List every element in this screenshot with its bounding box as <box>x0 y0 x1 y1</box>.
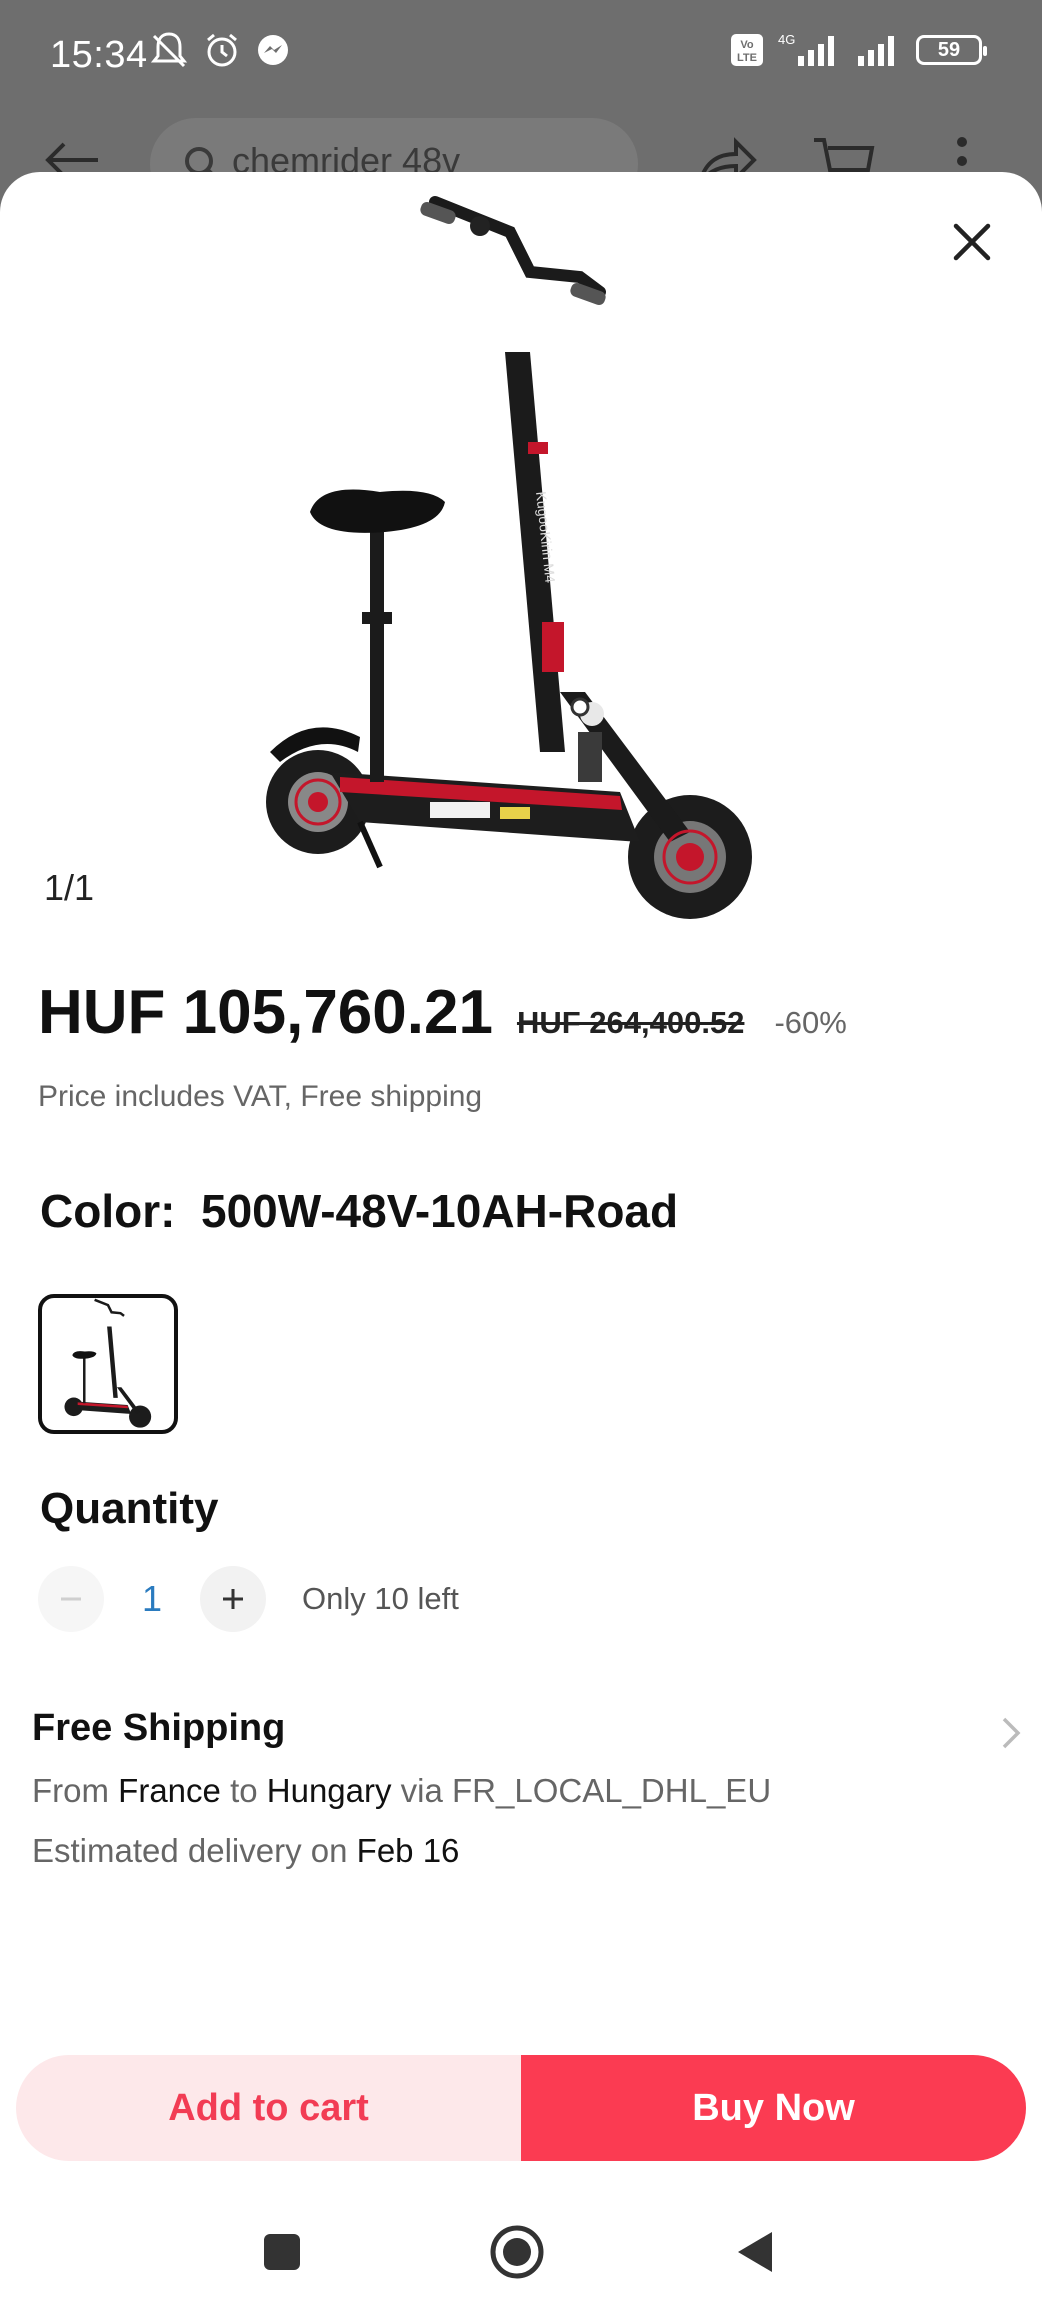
system-nav-bar <box>0 2182 1042 2315</box>
delivery-prefix: Estimated delivery on <box>32 1832 348 1869</box>
color-swatch-selected[interactable] <box>38 1294 178 1434</box>
shipping-from-prefix: From <box>32 1772 109 1809</box>
quantity-value[interactable]: 1 <box>104 1578 200 1620</box>
buy-now-button[interactable]: Buy Now <box>521 2055 1026 2161</box>
swatch-scooter-thumbnail <box>64 1298 152 1428</box>
shipping-to-country: Hungary <box>266 1772 392 1809</box>
home-button[interactable] <box>487 2222 547 2282</box>
status-time: 15:34 <box>50 34 148 76</box>
alarm-icon <box>207 33 237 67</box>
battery-icon: 59 <box>916 35 987 65</box>
shipping-to-word: to <box>230 1772 258 1809</box>
shipping-carrier: via FR_LOCAL_DHL_EU <box>400 1772 772 1809</box>
signal-4g-icon: 4G <box>778 32 834 66</box>
quantity-title: Quantity <box>40 1484 219 1533</box>
stock-remaining: Only 10 left <box>302 1581 459 1616</box>
color-label: Color: <box>40 1185 176 1237</box>
price-note: Price includes VAT, Free shipping <box>38 1080 483 1113</box>
recents-button[interactable] <box>252 2222 312 2282</box>
back-button[interactable] <box>726 2222 786 2282</box>
price-row: HUF 105,760.21 HUF 264,400.52 -60% <box>38 977 847 1048</box>
shipping-route: From France to Hungary via FR_LOCAL_DHL_… <box>32 1772 1022 1810</box>
product-image[interactable]: KugooKirin M4 <box>240 192 780 932</box>
status-left-icons <box>150 30 290 70</box>
shipping-delivery: Estimated delivery on Feb 16 <box>32 1832 1022 1870</box>
svg-text:4G: 4G <box>778 32 795 47</box>
status-right-icons: Vo LTE 4G 59 <box>730 32 987 68</box>
chevron-right-icon <box>1002 1717 1021 1749</box>
quantity-decrease-button[interactable] <box>38 1566 104 1632</box>
quantity-increase-button[interactable] <box>200 1566 266 1632</box>
minus-icon <box>61 1597 81 1601</box>
action-buttons: Add to cart Buy Now <box>16 2055 1026 2161</box>
color-value: 500W-48V-10AH-Road <box>200 1185 679 1237</box>
scooter-handlebar <box>429 196 606 298</box>
square-icon <box>264 2234 300 2270</box>
svg-text:Vo: Vo <box>740 39 754 51</box>
back-triangle-icon <box>738 2232 772 2272</box>
discount-badge: -60% <box>774 1005 847 1040</box>
image-counter: 1/1 <box>44 867 95 908</box>
shipping-section[interactable]: Free Shipping From France to Hungary via… <box>32 1707 1022 1870</box>
close-button[interactable] <box>942 212 1002 272</box>
scooter-seat <box>310 489 445 533</box>
original-price: HUF 264,400.52 <box>516 1005 745 1040</box>
status-bar: 15:34 Vo LTE 4G 59 <box>0 0 1042 110</box>
volte-icon: Vo LTE <box>731 34 763 66</box>
color-selection-label: Color: 500W-48V-10AH-Road <box>40 1184 678 1238</box>
plus-icon <box>223 1589 243 1609</box>
current-price: HUF 105,760.21 <box>38 978 493 1047</box>
shipping-title: Free Shipping <box>32 1707 286 1749</box>
signal-icon <box>858 36 894 66</box>
svg-text:LTE: LTE <box>737 52 757 64</box>
battery-level: 59 <box>937 38 961 61</box>
quantity-stepper: 1 Only 10 left <box>38 1566 459 1632</box>
delivery-date: Feb 16 <box>356 1832 460 1869</box>
bell-off-icon <box>150 32 188 68</box>
sku-bottom-sheet: KugooKirin M4 1/1 HUF 105,760.21 HUF 264… <box>0 172 1042 2182</box>
shipping-from-country: France <box>118 1772 221 1809</box>
home-circle-icon <box>490 2225 544 2279</box>
add-to-cart-button[interactable]: Add to cart <box>16 2055 521 2161</box>
messenger-icon <box>258 35 288 65</box>
close-icon <box>953 223 991 261</box>
